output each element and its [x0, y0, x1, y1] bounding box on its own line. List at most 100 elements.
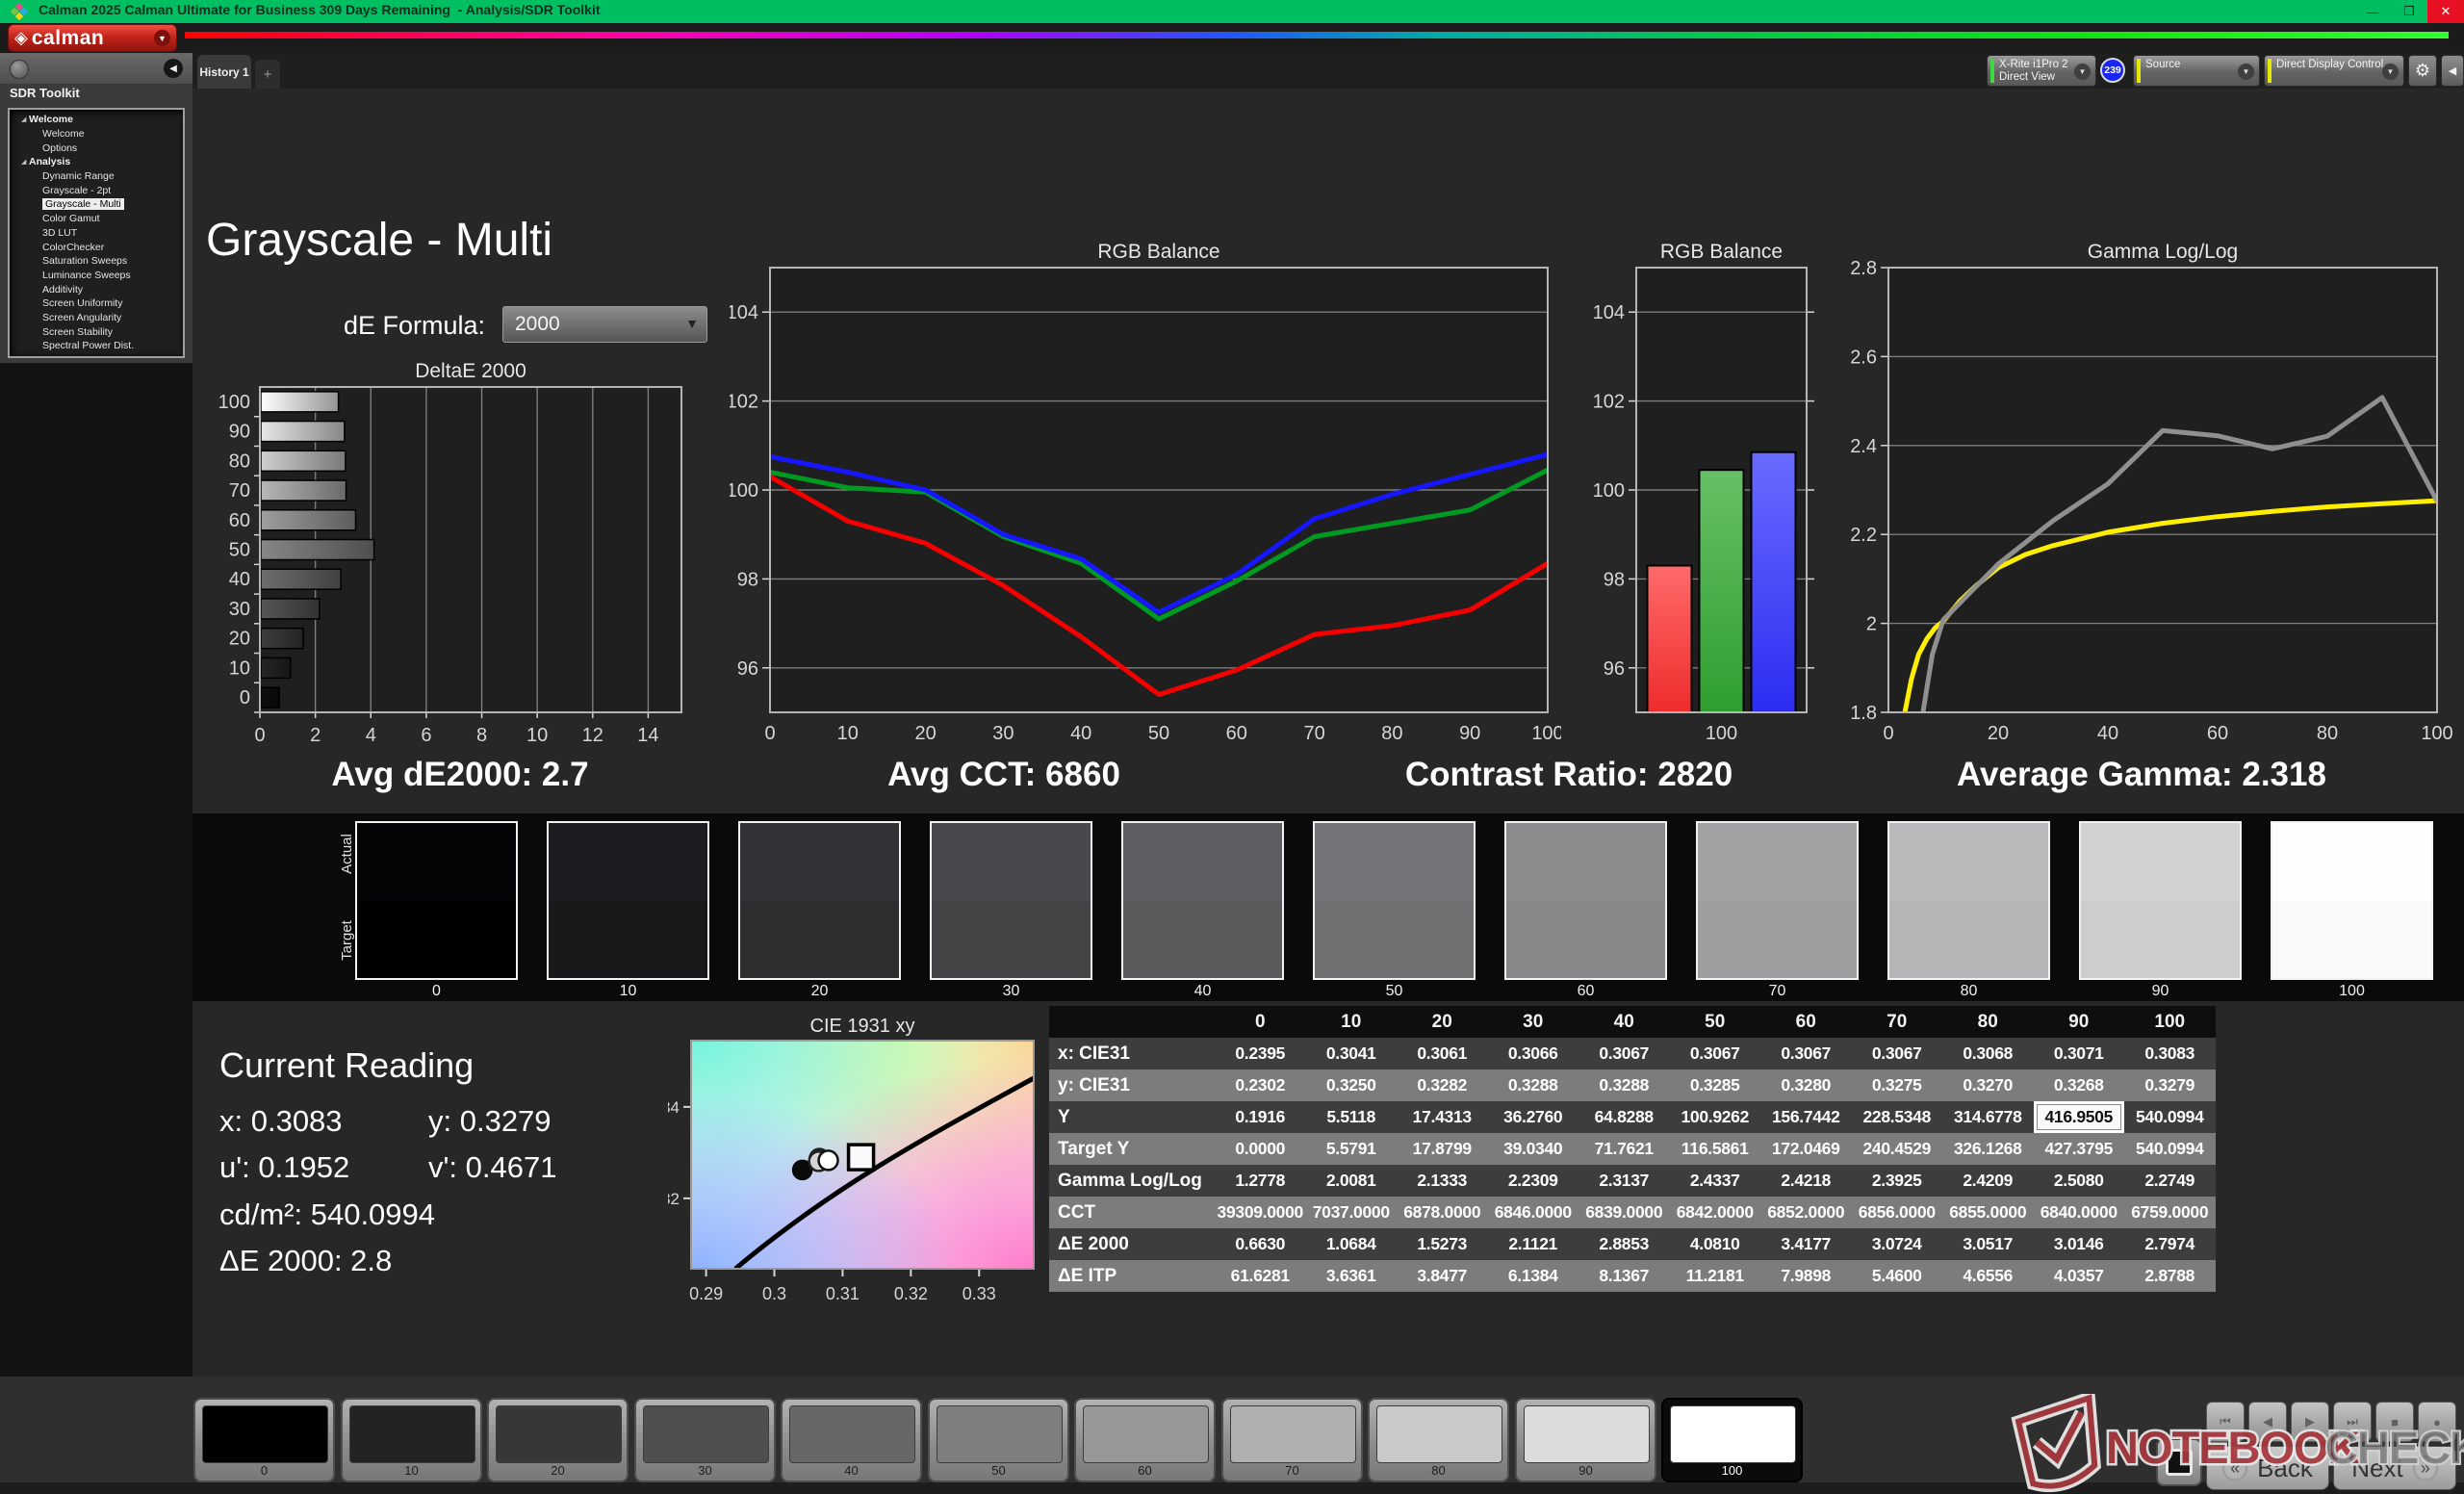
level-tile-80[interactable]: 80 — [1368, 1398, 1509, 1482]
table-cell[interactable]: 326.1268 — [1942, 1133, 2034, 1165]
meter-dropdown[interactable]: X-Rite i1Pro 2 Direct View ▼ — [1987, 55, 2096, 87]
datapoint-control-button[interactable]: ⏭ — [2333, 1402, 2372, 1442]
table-cell[interactable]: 540.0994 — [2124, 1133, 2216, 1165]
table-cell[interactable]: 61.6281 — [1215, 1260, 1306, 1292]
table-cell[interactable]: 5.4600 — [1851, 1260, 1942, 1292]
table-cell[interactable]: 0.0000 — [1215, 1133, 1306, 1165]
table-cell[interactable]: 0.3279 — [2124, 1069, 2216, 1101]
table-cell[interactable]: 1.2778 — [1215, 1165, 1306, 1197]
table-cell[interactable]: 39309.0000 — [1215, 1197, 1306, 1228]
datapoint-control-button[interactable]: ● — [2418, 1402, 2456, 1442]
table-cell[interactable]: 3.8477 — [1397, 1260, 1488, 1292]
table-cell[interactable]: 0.3068 — [1942, 1038, 2034, 1069]
table-cell[interactable]: 156.7442 — [1760, 1101, 1852, 1133]
sidebar-item-color-gamut[interactable]: Color Gamut — [10, 212, 183, 226]
table-cell[interactable]: 17.8799 — [1397, 1133, 1488, 1165]
table-cell[interactable]: 4.6556 — [1942, 1260, 2034, 1292]
table-cell[interactable]: 0.3083 — [2124, 1038, 2216, 1069]
datapoint-control-button[interactable]: ⏮ — [2206, 1402, 2245, 1442]
sidebar-item-screen-angularity[interactable]: Screen Angularity — [10, 311, 183, 325]
table-cell[interactable]: 0.3288 — [1487, 1069, 1578, 1101]
datapoint-control-button[interactable]: ◀ — [2248, 1402, 2287, 1442]
sidebar-item-saturation-sweeps[interactable]: Saturation Sweeps — [10, 254, 183, 269]
sidebar-item-analysis[interactable]: ◢ Analysis — [10, 155, 183, 169]
table-cell[interactable]: 39.0340 — [1487, 1133, 1578, 1165]
table-cell[interactable]: 0.2302 — [1215, 1069, 1306, 1101]
table-cell[interactable]: 2.4337 — [1669, 1165, 1760, 1197]
back-button[interactable]: « Back — [2206, 1446, 2329, 1490]
table-cell[interactable]: 0.3282 — [1397, 1069, 1488, 1101]
sidebar-item-luminance-sweeps[interactable]: Luminance Sweeps — [10, 269, 183, 283]
tree-expand-icon[interactable]: ◢ — [21, 158, 29, 166]
table-cell[interactable]: 3.0724 — [1851, 1228, 1942, 1260]
table-cell[interactable]: 0.3268 — [2033, 1069, 2124, 1101]
table-cell[interactable]: 0.3067 — [1851, 1038, 1942, 1069]
table-cell[interactable]: 36.2760 — [1487, 1101, 1578, 1133]
table-cell[interactable]: 2.4218 — [1760, 1165, 1852, 1197]
sidebar-item-grayscale-multi[interactable]: Grayscale - Multi — [10, 197, 183, 212]
sidebar-item-screen-uniformity[interactable]: Screen Uniformity — [10, 296, 183, 311]
table-cell[interactable]: 2.3925 — [1851, 1165, 1942, 1197]
table-cell[interactable]: 0.3275 — [1851, 1069, 1942, 1101]
table-cell[interactable]: 3.0517 — [1942, 1228, 2034, 1260]
table-cell[interactable]: 0.2395 — [1215, 1038, 1306, 1069]
table-cell[interactable]: 4.0810 — [1669, 1228, 1760, 1260]
table-cell[interactable]: 64.8288 — [1578, 1101, 1670, 1133]
level-tile-0[interactable]: 0 — [193, 1398, 335, 1482]
table-cell[interactable]: 0.3061 — [1397, 1038, 1488, 1069]
table-cell[interactable]: 0.3071 — [2033, 1038, 2124, 1069]
table-cell[interactable]: 6759.0000 — [2124, 1197, 2216, 1228]
table-cell[interactable]: 0.6630 — [1215, 1228, 1306, 1260]
source-dropdown[interactable]: Source ▼ — [2133, 55, 2260, 87]
table-cell[interactable]: 6878.0000 — [1397, 1197, 1488, 1228]
table-cell[interactable]: 0.3067 — [1669, 1038, 1760, 1069]
table-cell[interactable]: 6855.0000 — [1942, 1197, 2034, 1228]
datapoint-control-button[interactable]: ■ — [2375, 1402, 2414, 1442]
tab-history-1[interactable]: History 1 — [197, 55, 251, 89]
table-cell[interactable]: 6.1384 — [1487, 1260, 1578, 1292]
sidebar-item-colorchecker[interactable]: ColorChecker — [10, 240, 183, 254]
sidebar-item-grayscale-2pt[interactable]: Grayscale - 2pt — [10, 183, 183, 197]
sidebar-item-dynamic-range[interactable]: Dynamic Range — [10, 169, 183, 184]
level-tile-40[interactable]: 40 — [781, 1398, 922, 1482]
table-cell[interactable]: 540.0994 — [2124, 1101, 2216, 1133]
table-cell[interactable]: 427.3795 — [2033, 1133, 2124, 1165]
maximize-button[interactable]: ❐ — [2391, 0, 2427, 23]
level-tile-10[interactable]: 10 — [341, 1398, 482, 1482]
add-tab-button[interactable]: + — [255, 60, 280, 89]
table-cell[interactable]: 0.3285 — [1669, 1069, 1760, 1101]
table-cell[interactable]: 2.3137 — [1578, 1165, 1670, 1197]
table-cell[interactable]: 3.0146 — [2033, 1228, 2124, 1260]
datapoint-control-button[interactable]: ▶ — [2291, 1402, 2329, 1442]
close-button[interactable]: ✕ — [2427, 0, 2464, 23]
sidebar-item-screen-stability[interactable]: Screen Stability — [10, 324, 183, 339]
table-cell[interactable]: 0.3041 — [1305, 1038, 1397, 1069]
table-cell[interactable]: 11.2181 — [1669, 1260, 1760, 1292]
table-cell[interactable]: 2.2309 — [1487, 1165, 1578, 1197]
level-tile-70[interactable]: 70 — [1221, 1398, 1363, 1482]
table-cell[interactable]: 2.2749 — [2124, 1165, 2216, 1197]
level-tile-100[interactable]: 100 — [1661, 1398, 1803, 1482]
table-cell[interactable]: 0.3280 — [1760, 1069, 1852, 1101]
table-cell[interactable]: 17.4313 — [1397, 1101, 1488, 1133]
table-cell[interactable]: 5.5118 — [1305, 1101, 1397, 1133]
table-cell[interactable]: 6840.0000 — [2033, 1197, 2124, 1228]
table-cell[interactable]: 172.0469 — [1760, 1133, 1852, 1165]
table-cell[interactable]: 1.5273 — [1397, 1228, 1488, 1260]
collapse-panel-right-button[interactable]: ◀ — [2441, 55, 2464, 87]
table-cell[interactable]: 3.6361 — [1305, 1260, 1397, 1292]
level-tile-20[interactable]: 20 — [487, 1398, 629, 1482]
table-cell[interactable]: 7037.0000 — [1305, 1197, 1397, 1228]
table-cell[interactable]: 1.0684 — [1305, 1228, 1397, 1260]
table-cell[interactable]: 2.1121 — [1487, 1228, 1578, 1260]
tree-expand-icon[interactable]: ◢ — [21, 116, 29, 123]
table-cell[interactable]: 5.5791 — [1305, 1133, 1397, 1165]
level-tile-90[interactable]: 90 — [1515, 1398, 1656, 1482]
table-cell[interactable]: 2.0081 — [1305, 1165, 1397, 1197]
sidebar-item-3d-lut[interactable]: 3D LUT — [10, 226, 183, 241]
sidebar-item-spectral-power-dist-[interactable]: Spectral Power Dist. — [10, 339, 183, 353]
collapse-sidebar-button[interactable]: ◀ — [164, 59, 183, 78]
table-cell[interactable]: 7.9898 — [1760, 1260, 1852, 1292]
level-tile-30[interactable]: 30 — [634, 1398, 776, 1482]
display-pattern-button[interactable] — [2156, 1438, 2202, 1486]
